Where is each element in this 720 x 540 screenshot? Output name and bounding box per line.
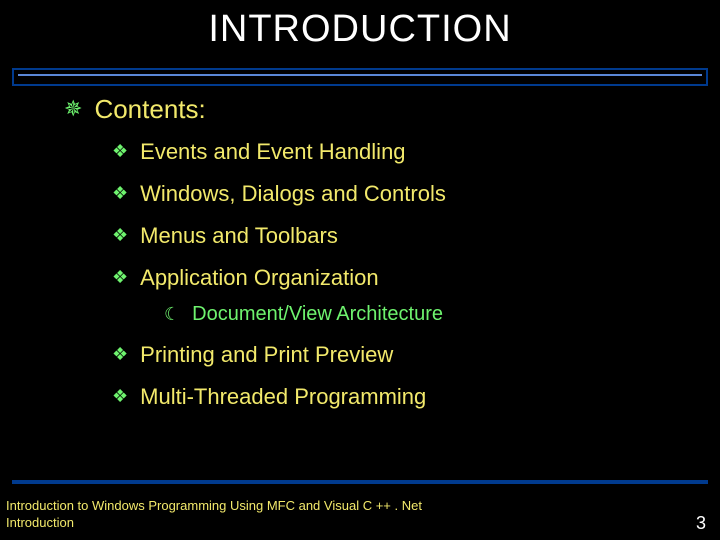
item-text: Events and Event Handling	[140, 139, 405, 165]
diamond-icon: ❖	[112, 142, 128, 160]
heading-row: ✵ Contents:	[64, 94, 690, 125]
list-item: ❖ Printing and Print Preview	[112, 342, 690, 368]
footer-text: Introduction to Windows Programming Usin…	[6, 497, 422, 532]
slide-body: ✵ Contents: ❖ Events and Event Handling …	[64, 94, 690, 426]
list-item: ❖ Windows, Dialogs and Controls	[112, 181, 690, 207]
moon-icon: ☾	[164, 305, 180, 323]
footer-line-2: Introduction	[6, 514, 422, 532]
list-item: ❖ Events and Event Handling	[112, 139, 690, 165]
item-text: Multi-Threaded Programming	[140, 384, 426, 410]
item-text: Application Organization	[140, 265, 378, 291]
star-icon: ✵	[64, 98, 82, 120]
subitem-text: Document/View Architecture	[192, 303, 443, 326]
title-rule-inner	[18, 74, 702, 76]
diamond-icon: ❖	[112, 387, 128, 405]
diamond-icon: ❖	[112, 345, 128, 363]
page-number: 3	[696, 513, 706, 534]
list-item: ❖ Multi-Threaded Programming	[112, 384, 690, 410]
list-item: ❖ Menus and Toolbars	[112, 223, 690, 249]
footer-line-1: Introduction to Windows Programming Usin…	[6, 497, 422, 515]
diamond-icon: ❖	[112, 268, 128, 286]
diamond-icon: ❖	[112, 184, 128, 202]
item-text: Printing and Print Preview	[140, 342, 393, 368]
heading-text: Contents:	[94, 94, 205, 125]
slide-title: INTRODUCTION	[0, 0, 720, 51]
diamond-icon: ❖	[112, 226, 128, 244]
sublist-item: ☾ Document/View Architecture	[164, 303, 690, 326]
list-item: ❖ Application Organization	[112, 265, 690, 291]
slide: INTRODUCTION ✵ Contents: ❖ Events and Ev…	[0, 0, 720, 540]
item-text: Windows, Dialogs and Controls	[140, 181, 446, 207]
item-text: Menus and Toolbars	[140, 223, 338, 249]
title-rule-outer	[12, 68, 708, 86]
footer-rule	[12, 480, 708, 484]
